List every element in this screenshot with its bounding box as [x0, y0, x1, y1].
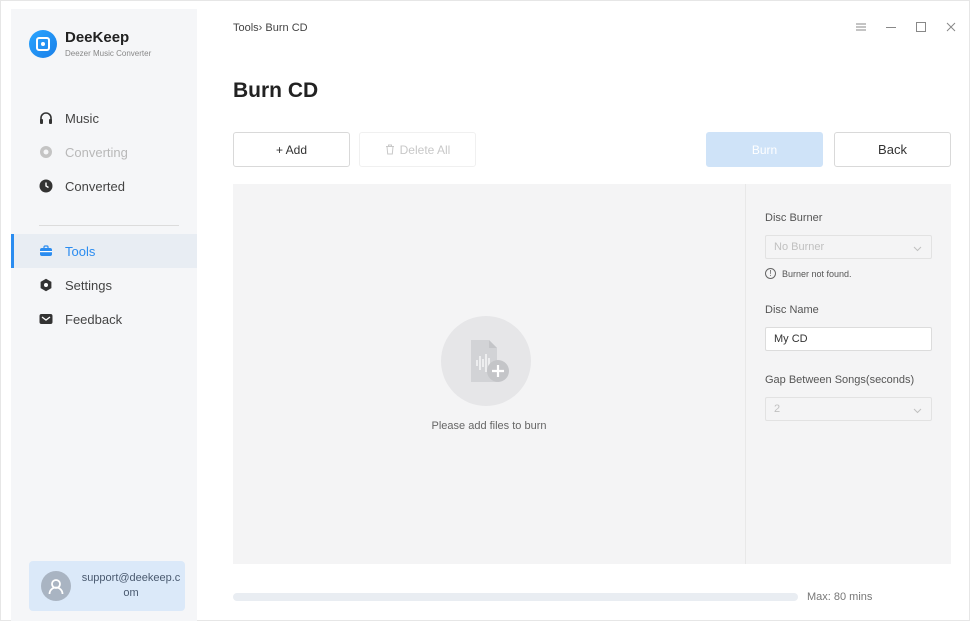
chevron-down-icon [913, 405, 922, 417]
brand: DeeKeep Deezer Music Converter [29, 29, 151, 58]
sidebar-item-label: Tools [65, 243, 96, 259]
disc-burner-label: Disc Burner [765, 212, 823, 224]
drop-area-message: Please add files to burn [431, 420, 547, 432]
breadcrumb[interactable]: Tools› Burn CD [233, 22, 308, 34]
app-logo-icon [29, 29, 57, 58]
add-button[interactable]: + Add [233, 132, 350, 167]
mail-icon [39, 312, 53, 326]
page-title: Burn CD [233, 79, 319, 102]
delete-all-label: Delete All [399, 142, 451, 157]
gap-value: 2 [774, 403, 781, 415]
support-email[interactable]: support@deekeep.com [81, 571, 181, 601]
sidebar-item-label: Feedback [65, 311, 123, 327]
gap-select[interactable]: 2 [765, 397, 932, 421]
gap-label: Gap Between Songs(seconds) [765, 374, 915, 386]
sidebar-nav-top: Music Converting Converted [11, 101, 197, 203]
file-drop-area[interactable]: Please add files to burn [233, 184, 745, 564]
info-icon: ! [765, 268, 776, 279]
window-controls [855, 21, 957, 36]
sidebar-item-feedback[interactable]: Feedback [11, 302, 197, 336]
disc-burner-value: No Burner [774, 241, 825, 253]
burn-settings-panel: Disc Burner No Burner ! Burner not found… [745, 184, 951, 564]
burner-warning: ! Burner not found. [765, 268, 852, 279]
avatar-icon [41, 571, 71, 601]
clock-icon [39, 179, 53, 193]
add-audio-file-icon[interactable] [441, 316, 531, 406]
minimize-icon[interactable] [885, 21, 897, 36]
disc-capacity-bar [233, 593, 798, 601]
sidebar-item-converting[interactable]: Converting [11, 135, 197, 169]
burner-warning-text: Burner not found. [782, 268, 852, 279]
sidebar: DeeKeep Deezer Music Converter Music Con… [11, 9, 197, 621]
sidebar-item-settings[interactable]: Settings [11, 268, 197, 302]
chevron-down-icon [913, 243, 922, 255]
back-button[interactable]: Back [834, 132, 951, 167]
converting-icon [39, 145, 53, 159]
sidebar-nav-bottom: Tools Settings Feedback [11, 234, 197, 336]
app-name: DeeKeep [65, 29, 130, 46]
disc-burner-select[interactable]: No Burner [765, 235, 932, 259]
burn-button[interactable]: Burn [706, 132, 823, 167]
headphones-icon [39, 111, 53, 125]
max-capacity-label: Max: 80 mins [807, 591, 873, 603]
sidebar-item-label: Settings [65, 277, 112, 293]
gear-icon [39, 278, 53, 292]
sidebar-item-converted[interactable]: Converted [11, 169, 197, 203]
trash-icon [385, 144, 395, 155]
menu-icon[interactable] [855, 21, 867, 36]
sidebar-divider [39, 225, 179, 226]
close-icon[interactable] [945, 21, 957, 36]
disc-name-label: Disc Name [765, 304, 819, 316]
sidebar-item-tools[interactable]: Tools [11, 234, 197, 268]
maximize-icon[interactable] [915, 21, 927, 36]
disc-name-input[interactable] [765, 327, 932, 351]
app-subtitle: Deezer Music Converter [65, 49, 152, 58]
app-window: DeeKeep Deezer Music Converter Music Con… [0, 0, 970, 621]
toolbox-icon [39, 244, 53, 258]
delete-all-button[interactable]: Delete All [359, 132, 476, 167]
support-card[interactable]: support@deekeep.com [29, 561, 185, 611]
sidebar-item-label: Music [65, 110, 99, 126]
sidebar-item-label: Converted [65, 178, 125, 194]
sidebar-item-label: Converting [65, 144, 128, 160]
sidebar-item-music[interactable]: Music [11, 101, 197, 135]
